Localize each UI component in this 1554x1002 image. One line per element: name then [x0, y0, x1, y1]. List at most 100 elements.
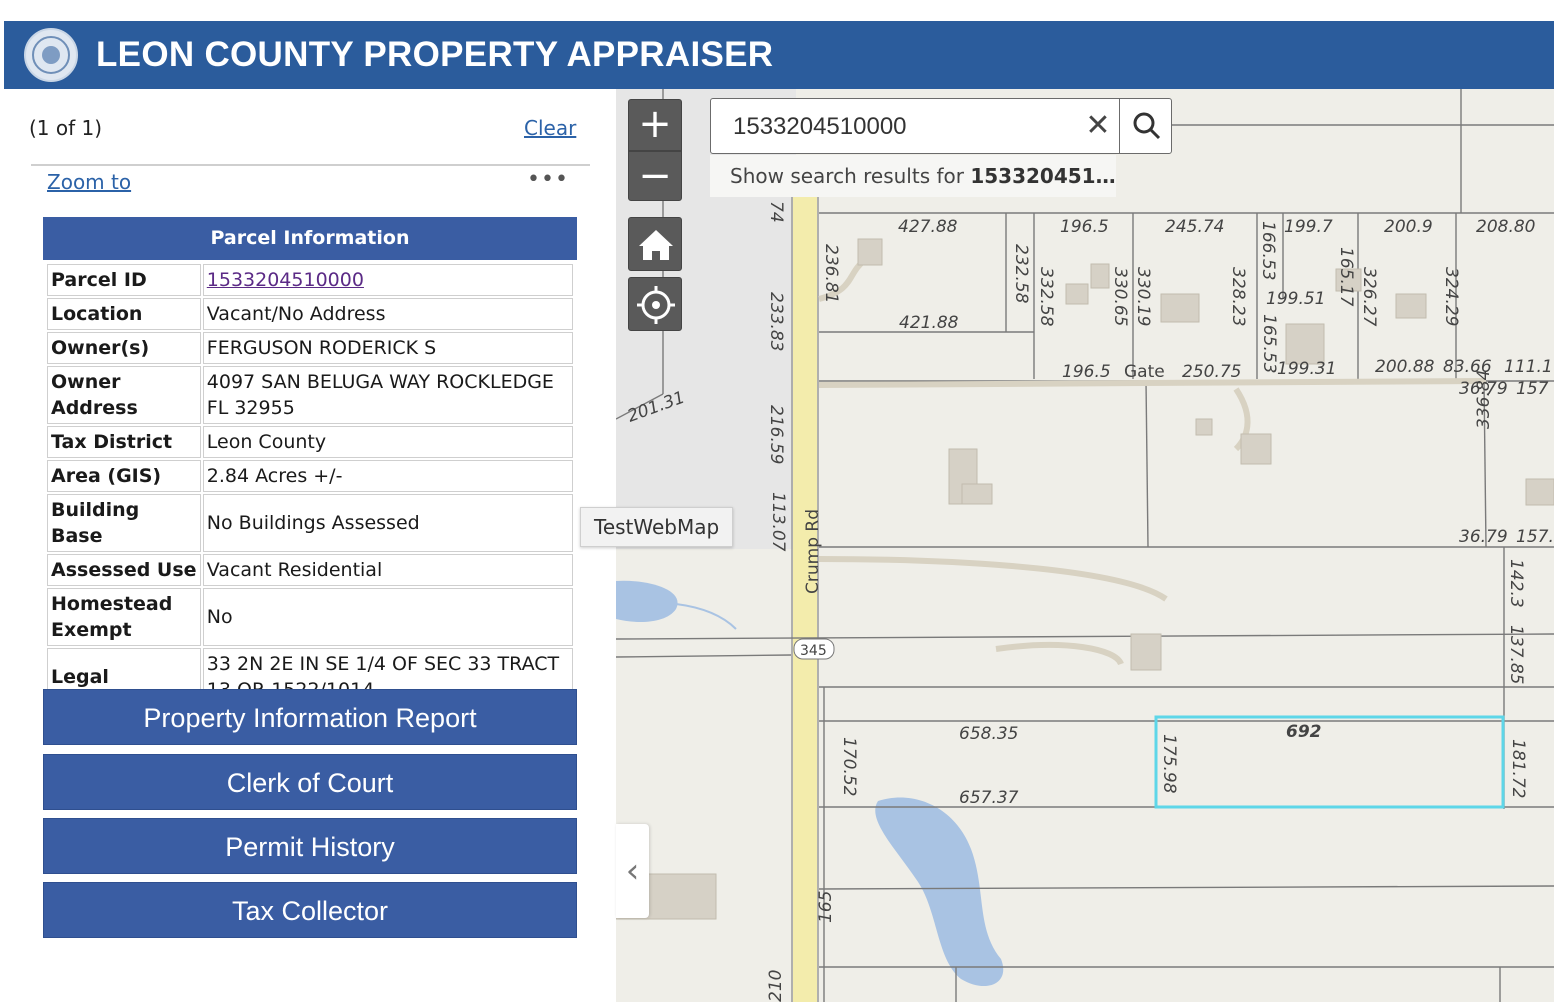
water-body: [875, 797, 1004, 987]
table-row: Owner Address 4097 SAN BELUGA WAY ROCKLE…: [47, 366, 573, 424]
table-row: Building Base No Buildings Assessed: [47, 494, 573, 552]
row-key: Owner Address: [47, 366, 201, 424]
zoom-in-button[interactable]: +: [628, 99, 682, 151]
permit-history-button[interactable]: Permit History: [43, 818, 577, 874]
table-row: Area (GIS) 2.84 Acres +/-: [47, 460, 573, 492]
map-label: 210: [766, 970, 786, 1002]
app-title: LEON COUNTY PROPERTY APPRAISER: [96, 35, 774, 74]
map-label: 200.9: [1384, 217, 1433, 237]
row-value: 1533204510000: [202, 264, 573, 296]
more-options-icon[interactable]: •••: [527, 167, 569, 192]
map-label: 199.31: [1277, 359, 1336, 379]
county-seal-logo: [24, 28, 78, 82]
map-label: 74: [766, 201, 786, 223]
table-row: Assessed Use Vacant Residential: [47, 554, 573, 586]
property-report-button[interactable]: Property Information Report: [43, 689, 577, 745]
map-label: 658.35: [959, 724, 1018, 744]
row-value: No: [202, 588, 573, 646]
map-label: 328.23: [1228, 267, 1248, 326]
minus-icon: −: [638, 153, 672, 199]
highlighted-parcel[interactable]: [1154, 715, 1505, 809]
search-icon: [1133, 112, 1161, 140]
map-label: 326.27: [1359, 267, 1379, 327]
map-view[interactable]: 427.88 196.5 245.74 199.7 200.9 208.80 4…: [616, 89, 1554, 1002]
table-row: Parcel ID 1533204510000: [47, 264, 573, 296]
map-label: 692: [1286, 722, 1322, 742]
clear-link[interactable]: Clear: [524, 116, 576, 140]
suggestion-prefix: Show search results for: [730, 164, 971, 188]
map-label: 196.5: [1060, 217, 1109, 237]
row-key: Building Base: [47, 494, 201, 552]
map-label: 250.75: [1182, 362, 1241, 382]
home-icon: [639, 230, 673, 260]
map-label: 236.81: [821, 244, 841, 303]
search-input[interactable]: [731, 109, 1065, 145]
map-label: 137.85: [1506, 625, 1526, 684]
map-label: 165.53: [1259, 314, 1279, 373]
locate-icon: [637, 286, 675, 324]
map-label: 216.59: [766, 405, 786, 464]
route-label: 345: [800, 643, 827, 659]
row-value: Vacant/No Address: [202, 298, 573, 330]
close-icon[interactable]: ✕: [1081, 105, 1115, 147]
results-panel: (1 of 1) Clear Zoom to ••• Parcel Inform…: [0, 89, 616, 1002]
row-key: Assessed Use: [47, 554, 201, 586]
row-key: Location: [47, 298, 201, 330]
locate-button[interactable]: [628, 277, 682, 331]
map-label: 196.5: [1062, 362, 1111, 382]
map-canvas: 427.88 196.5 245.74 199.7 200.9 208.80 4…: [616, 89, 1554, 1002]
map-label: 170.52: [839, 737, 859, 796]
map-label: 142.3: [1506, 559, 1526, 608]
divider: [31, 164, 590, 166]
map-label: 181.72: [1508, 739, 1528, 798]
search-button[interactable]: [1121, 99, 1171, 153]
tooltip: TestWebMap: [580, 507, 734, 547]
map-label: 330.65: [1110, 267, 1130, 326]
map-label: 657.37: [959, 788, 1019, 808]
map-label: 427.88: [898, 217, 958, 237]
row-key: Owner(s): [47, 332, 201, 364]
home-button[interactable]: [628, 217, 682, 271]
row-key: Area (GIS): [47, 460, 201, 492]
row-key: Parcel ID: [47, 264, 201, 296]
map-label: 336.84: [1474, 370, 1494, 429]
app-header: LEON COUNTY PROPERTY APPRAISER: [4, 21, 1554, 89]
map-label: 332.58: [1036, 267, 1056, 327]
search-widget: ✕: [710, 98, 1172, 154]
road-label: Gate: [1124, 362, 1165, 382]
table-row: Tax District Leon County: [47, 426, 573, 458]
row-value: 4097 SAN BELUGA WAY ROCKLEDGE FL 32955: [202, 366, 573, 424]
tax-collector-button[interactable]: Tax Collector: [43, 882, 577, 938]
table-row: Homestead Exempt No: [47, 588, 573, 646]
map-label: 165: [816, 891, 836, 923]
map-label: 200.88: [1375, 357, 1435, 377]
search-suggestion[interactable]: Show search results for 153320451…: [710, 155, 1116, 197]
map-label: 208.80: [1476, 217, 1535, 237]
map-label: 111.1: [1504, 357, 1553, 377]
zoom-to-link[interactable]: Zoom to: [47, 170, 131, 194]
plus-icon: +: [638, 101, 672, 147]
map-label: 36.79: [1459, 527, 1508, 547]
clerk-of-court-button[interactable]: Clerk of Court: [43, 754, 577, 810]
map-label: 199.51: [1266, 289, 1325, 309]
result-count: (1 of 1): [29, 116, 103, 140]
zoom-out-button[interactable]: −: [628, 151, 682, 201]
suggestion-term: 153320451…: [970, 164, 1116, 188]
chevron-left-icon: ‹: [625, 851, 640, 891]
row-value: FERGUSON RODERICK S: [202, 332, 573, 364]
stream: [675, 603, 737, 630]
parcel-info-table: Parcel ID 1533204510000 Location Vacant/…: [45, 262, 575, 708]
map-label: 157: [1516, 379, 1549, 399]
row-value: No Buildings Assessed: [202, 494, 573, 552]
map-label: 113.07: [768, 492, 788, 552]
row-value: Vacant Residential: [202, 554, 573, 586]
collapse-panel-button[interactable]: ‹: [616, 824, 649, 918]
parcel-id-link[interactable]: 1533204510000: [207, 269, 364, 291]
map-label: 421.88: [899, 313, 959, 333]
table-row: Location Vacant/No Address: [47, 298, 573, 330]
map-label: 245.74: [1165, 217, 1224, 237]
map-label: 199.7: [1284, 217, 1333, 237]
table-row: Owner(s) FERGUSON RODERICK S: [47, 332, 573, 364]
water-body: [616, 580, 678, 622]
map-label: 232.58: [1011, 244, 1031, 304]
